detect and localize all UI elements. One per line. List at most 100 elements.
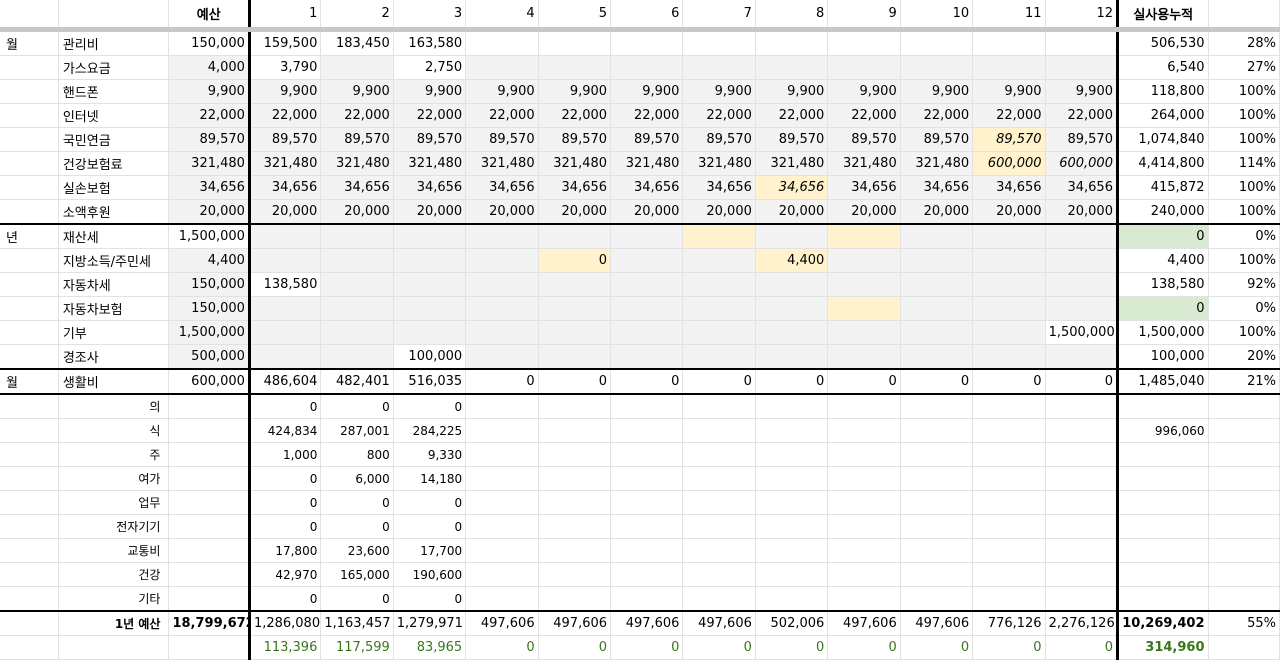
month-3-cell[interactable]: 284,225 <box>393 418 467 443</box>
budget-cell[interactable]: 150,000 <box>168 29 251 56</box>
month-12-cell[interactable]: 0 <box>1045 369 1119 395</box>
month-7-cell[interactable] <box>682 562 756 587</box>
month-1-cell[interactable] <box>249 248 322 273</box>
month-12-cell[interactable] <box>1045 344 1119 370</box>
month-5-cell[interactable]: 22,000 <box>538 103 612 128</box>
month-6-cell[interactable]: 0 <box>610 369 684 395</box>
month-6-cell[interactable] <box>610 538 684 563</box>
month-11-cell[interactable]: 9,900 <box>972 79 1046 104</box>
month-5-cell[interactable] <box>538 29 612 56</box>
month-8-cell[interactable] <box>755 272 829 297</box>
month-3-cell[interactable]: 83,965 <box>393 635 467 660</box>
header-month-3[interactable]: 3 <box>393 0 467 32</box>
percent-cell[interactable]: 27% <box>1208 55 1280 80</box>
month-5-cell[interactable] <box>538 538 612 563</box>
month-8-cell[interactable] <box>755 296 829 321</box>
month-1-cell[interactable]: 17,800 <box>249 538 322 563</box>
month-9-cell[interactable] <box>827 344 901 370</box>
month-11-cell[interactable] <box>972 296 1046 321</box>
month-7-cell[interactable] <box>682 224 756 249</box>
month-12-cell[interactable] <box>1045 562 1119 587</box>
percent-cell[interactable]: 100% <box>1208 79 1280 104</box>
cumulative-cell[interactable]: 415,872 <box>1117 175 1209 200</box>
month-4-cell[interactable]: 34,656 <box>465 175 539 200</box>
month-8-cell[interactable]: 321,480 <box>755 151 829 176</box>
month-3-cell[interactable] <box>393 272 467 297</box>
month-6-cell[interactable] <box>610 586 684 612</box>
item-label[interactable]: 의 <box>58 394 170 419</box>
month-4-cell[interactable] <box>465 224 539 249</box>
cumulative-cell[interactable]: 506,530 <box>1117 29 1209 56</box>
month-10-cell[interactable] <box>900 296 974 321</box>
item-label[interactable]: 주 <box>58 442 170 467</box>
header-month-1[interactable]: 1 <box>249 0 322 32</box>
month-11-cell[interactable]: 89,570 <box>972 127 1046 152</box>
month-8-cell[interactable] <box>755 562 829 587</box>
month-8-cell[interactable] <box>755 466 829 491</box>
category-cell[interactable] <box>0 466 59 491</box>
header-budget[interactable]: 예산 <box>168 0 251 32</box>
month-6-cell[interactable]: 34,656 <box>610 175 684 200</box>
budget-cell[interactable] <box>168 586 251 612</box>
cumulative-cell[interactable] <box>1117 442 1209 467</box>
month-11-cell[interactable] <box>972 320 1046 345</box>
month-5-cell[interactable]: 34,656 <box>538 175 612 200</box>
month-12-cell[interactable] <box>1045 248 1119 273</box>
month-9-cell[interactable]: 497,606 <box>827 611 901 636</box>
month-1-cell[interactable]: 22,000 <box>249 103 322 128</box>
month-12-cell[interactable] <box>1045 418 1119 443</box>
month-7-cell[interactable]: 20,000 <box>682 199 756 225</box>
category-cell[interactable] <box>0 442 59 467</box>
month-2-cell[interactable]: 0 <box>320 394 394 419</box>
category-cell[interactable] <box>0 586 59 612</box>
month-5-cell[interactable] <box>538 55 612 80</box>
month-1-cell[interactable]: 0 <box>249 490 322 515</box>
month-12-cell[interactable] <box>1045 442 1119 467</box>
month-2-cell[interactable]: 9,900 <box>320 79 394 104</box>
month-2-cell[interactable] <box>320 344 394 370</box>
month-5-cell[interactable] <box>538 466 612 491</box>
month-1-cell[interactable]: 20,000 <box>249 199 322 225</box>
percent-cell[interactable]: 100% <box>1208 103 1280 128</box>
month-2-cell[interactable]: 89,570 <box>320 127 394 152</box>
month-5-cell[interactable] <box>538 272 612 297</box>
month-4-cell[interactable] <box>465 320 539 345</box>
category-cell[interactable] <box>0 394 59 419</box>
month-4-cell[interactable]: 9,900 <box>465 79 539 104</box>
month-11-cell[interactable] <box>972 418 1046 443</box>
month-7-cell[interactable]: 22,000 <box>682 103 756 128</box>
month-6-cell[interactable]: 9,900 <box>610 79 684 104</box>
budget-cell[interactable]: 89,570 <box>168 127 251 152</box>
month-10-cell[interactable] <box>900 466 974 491</box>
month-2-cell[interactable]: 287,001 <box>320 418 394 443</box>
category-cell[interactable]: 월 <box>0 369 59 395</box>
month-7-cell[interactable]: 0 <box>682 635 756 660</box>
percent-cell[interactable]: 20% <box>1208 344 1280 370</box>
month-12-cell[interactable] <box>1045 538 1119 563</box>
budget-cell[interactable] <box>168 538 251 563</box>
month-8-cell[interactable]: 89,570 <box>755 127 829 152</box>
month-7-cell[interactable] <box>682 248 756 273</box>
month-3-cell[interactable] <box>393 320 467 345</box>
month-2-cell[interactable]: 321,480 <box>320 151 394 176</box>
header-month-7[interactable]: 7 <box>682 0 756 32</box>
cell-h-0[interactable] <box>0 0 59 32</box>
month-6-cell[interactable]: 0 <box>610 635 684 660</box>
month-2-cell[interactable]: 22,000 <box>320 103 394 128</box>
budget-cell[interactable] <box>168 514 251 539</box>
month-6-cell[interactable]: 89,570 <box>610 127 684 152</box>
month-7-cell[interactable]: 34,656 <box>682 175 756 200</box>
month-1-cell[interactable]: 1,286,080 <box>249 611 322 636</box>
month-7-cell[interactable] <box>682 394 756 419</box>
month-9-cell[interactable] <box>827 442 901 467</box>
month-7-cell[interactable] <box>682 586 756 612</box>
month-12-cell[interactable] <box>1045 586 1119 612</box>
category-cell[interactable] <box>0 103 59 128</box>
month-7-cell[interactable]: 9,900 <box>682 79 756 104</box>
month-7-cell[interactable] <box>682 29 756 56</box>
cumulative-cell[interactable]: 118,800 <box>1117 79 1209 104</box>
month-9-cell[interactable] <box>827 466 901 491</box>
cumulative-cell[interactable]: 100,000 <box>1117 344 1209 370</box>
month-11-cell[interactable] <box>972 538 1046 563</box>
month-8-cell[interactable]: 34,656 <box>755 175 829 200</box>
